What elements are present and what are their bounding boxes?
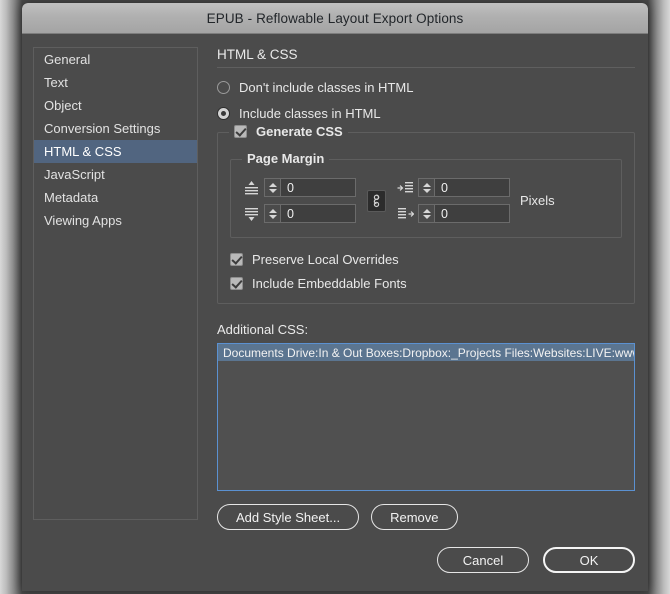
pane-title: HTML & CSS	[217, 47, 298, 62]
stylesheet-path: Documents Drive:In & Out Boxes:Dropbox:_…	[223, 345, 634, 360]
sidebar-item-general[interactable]: General	[34, 48, 197, 71]
radio-include-classes[interactable]: Include classes in HTML	[217, 106, 635, 121]
sidebar-item-label: Conversion Settings	[44, 121, 161, 136]
stepper-down-icon[interactable]	[268, 214, 277, 219]
ok-button[interactable]: OK	[543, 547, 635, 573]
include-embeddable-fonts-row[interactable]: Include Embeddable Fonts	[230, 276, 622, 291]
margin-right-value[interactable]: 0	[435, 205, 509, 222]
sidebar-item-label: HTML & CSS	[44, 144, 122, 159]
ok-label: OK	[579, 552, 599, 568]
add-style-sheet-button[interactable]: Add Style Sheet...	[217, 504, 360, 530]
settings-category-list[interactable]: General Text Object Conversion Settings …	[33, 47, 198, 520]
link-margins-button[interactable]	[367, 189, 386, 212]
page-margin-legend: Page Margin	[242, 151, 330, 166]
cancel-button[interactable]: Cancel	[437, 547, 529, 573]
html-css-pane: HTML & CSS Don't include classes in HTML…	[217, 47, 635, 530]
generate-css-checkbox[interactable]	[234, 125, 247, 138]
sidebar-item-label: Text	[44, 75, 68, 90]
margin-top-icon	[245, 180, 258, 194]
page-margin-group: Page Margin 0 0 0 0 Pixels	[230, 151, 622, 238]
cancel-label: Cancel	[462, 552, 504, 568]
stepper-arrows[interactable]	[419, 205, 435, 222]
margin-right-icon	[398, 207, 414, 218]
sidebar-item-object[interactable]: Object	[34, 94, 197, 117]
margin-left-icon	[397, 181, 413, 192]
margin-bottom-field[interactable]: 0	[243, 204, 356, 223]
sidebar-item-viewing-apps[interactable]: Viewing Apps	[34, 209, 197, 232]
sidebar-item-label: JavaScript	[44, 167, 105, 182]
generate-css-legend[interactable]: Generate CSS	[229, 124, 348, 139]
sidebar-item-label: Viewing Apps	[44, 213, 122, 228]
vertical-margin-column: 0 0	[243, 178, 356, 223]
margin-bottom-value[interactable]: 0	[281, 205, 355, 222]
radio-label: Don't include classes in HTML	[239, 80, 414, 95]
radio-dont-include-classes[interactable]: Don't include classes in HTML	[217, 80, 635, 95]
sidebar-item-label: Object	[44, 98, 82, 113]
export-options-dialog: EPUB - Reflowable Layout Export Options …	[22, 3, 648, 591]
preserve-local-overrides-row[interactable]: Preserve Local Overrides	[230, 252, 622, 267]
sidebar-item-javascript[interactable]: JavaScript	[34, 163, 197, 186]
sidebar-item-label: General	[44, 52, 91, 67]
list-item[interactable]: Documents Drive:In & Out Boxes:Dropbox:_…	[218, 344, 634, 361]
stepper-arrows[interactable]	[265, 179, 281, 196]
sidebar-item-metadata[interactable]: Metadata	[34, 186, 197, 209]
sidebar-item-html-and-css[interactable]: HTML & CSS	[34, 140, 197, 163]
stepper-up-icon[interactable]	[268, 182, 277, 187]
stepper-arrows[interactable]	[265, 205, 281, 222]
dialog-body: General Text Object Conversion Settings …	[22, 34, 648, 591]
margin-top-value[interactable]: 0	[281, 179, 355, 196]
generate-css-group: Generate CSS Page Margin 0 0 0 0 Pixels …	[217, 124, 635, 304]
page-margin-fields: 0 0 0 0 Pixels	[243, 178, 609, 223]
stepper-down-icon[interactable]	[422, 214, 431, 219]
margin-left-field[interactable]: 0	[397, 178, 510, 197]
remove-button[interactable]: Remove	[371, 504, 458, 530]
preserve-local-overrides-label: Preserve Local Overrides	[252, 252, 399, 267]
margin-top-stepper-input[interactable]: 0	[264, 178, 356, 197]
radio-indicator-selected[interactable]	[217, 107, 230, 120]
generate-css-label: Generate CSS	[256, 124, 343, 139]
desktop-backdrop: EPUB - Reflowable Layout Export Options …	[0, 0, 670, 594]
margin-bottom-stepper-input[interactable]: 0	[264, 204, 356, 223]
include-embeddable-fonts-label: Include Embeddable Fonts	[252, 276, 407, 291]
sidebar-item-label: Metadata	[44, 190, 99, 205]
margin-right-stepper-input[interactable]: 0	[418, 204, 510, 223]
margin-top-field[interactable]: 0	[243, 178, 356, 197]
stepper-down-icon[interactable]	[268, 188, 277, 193]
additional-css-listbox[interactable]: Documents Drive:In & Out Boxes:Dropbox:_…	[217, 343, 635, 491]
horizontal-margin-column: 0 0	[397, 178, 510, 223]
dialog-footer: Cancel OK	[437, 547, 635, 573]
sidebar-item-conversion-settings[interactable]: Conversion Settings	[34, 117, 197, 140]
pane-divider	[217, 67, 635, 68]
remove-label: Remove	[390, 509, 439, 525]
stepper-up-icon[interactable]	[422, 182, 431, 187]
margin-units-label: Pixels	[520, 193, 555, 208]
radio-indicator[interactable]	[217, 81, 230, 94]
margin-left-stepper-input[interactable]: 0	[418, 178, 510, 197]
page-margin-label: Page Margin	[247, 151, 325, 166]
chain-link-icon	[373, 194, 380, 207]
margin-left-value[interactable]: 0	[435, 179, 509, 196]
stepper-up-icon[interactable]	[268, 208, 277, 213]
stepper-up-icon[interactable]	[422, 208, 431, 213]
margin-right-field[interactable]: 0	[397, 204, 510, 223]
stylesheet-actions: Add Style Sheet... Remove	[217, 504, 635, 530]
stepper-arrows[interactable]	[419, 179, 435, 196]
add-style-sheet-label: Add Style Sheet...	[236, 509, 341, 525]
stepper-down-icon[interactable]	[422, 188, 431, 193]
margin-bottom-icon	[245, 207, 258, 221]
preserve-local-overrides-checkbox[interactable]	[230, 253, 243, 266]
dialog-titlebar: EPUB - Reflowable Layout Export Options	[22, 3, 648, 34]
radio-label: Include classes in HTML	[239, 106, 381, 121]
additional-css-title: Additional CSS:	[217, 322, 309, 337]
dialog-title: EPUB - Reflowable Layout Export Options	[206, 10, 464, 26]
sidebar-item-text[interactable]: Text	[34, 71, 197, 94]
include-embeddable-fonts-checkbox[interactable]	[230, 277, 243, 290]
